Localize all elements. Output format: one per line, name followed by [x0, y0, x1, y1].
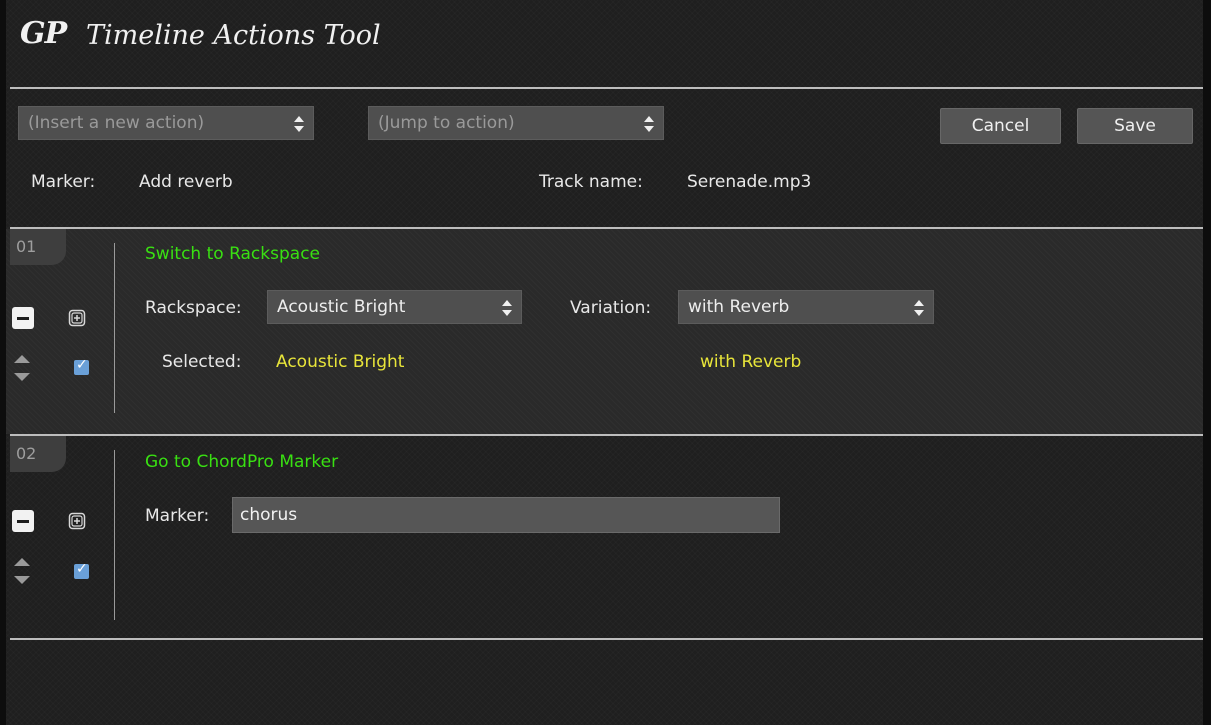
minus-icon — [17, 317, 29, 320]
action-type: Go to ChordPro Marker — [145, 452, 339, 472]
variation-select[interactable]: with Reverb — [678, 290, 934, 324]
reorder-icon[interactable] — [14, 558, 30, 584]
rackspace-select-value: Acoustic Bright — [277, 297, 406, 317]
action-type: Switch to Rackspace — [145, 244, 320, 264]
jump-to-action-select-label: (Jump to action) — [378, 113, 515, 133]
save-button[interactable]: Save — [1077, 108, 1193, 144]
duplicate-icon[interactable] — [68, 512, 86, 530]
marker-label: Marker: — [31, 172, 96, 192]
action-item: 02 ✓ Go to ChordPro Marker Marker: choru… — [6, 436, 1203, 638]
selected-label: Selected: — [162, 352, 242, 372]
reorder-icon[interactable] — [14, 355, 30, 381]
chordpro-marker-input[interactable]: chorus — [232, 497, 780, 533]
checkbox-icon: ✓ — [76, 357, 88, 373]
duplicate-icon[interactable] — [68, 309, 86, 327]
track-name-label: Track name: — [539, 172, 643, 192]
variation-label: Variation: — [570, 298, 652, 318]
remove-action-button[interactable] — [12, 510, 34, 532]
window-title: Timeline Actions Tool — [86, 20, 381, 51]
action-number: 02 — [10, 436, 66, 472]
enabled-checkbox[interactable]: ✓ — [74, 357, 89, 375]
gp-logo: GP — [20, 16, 67, 51]
remove-action-button[interactable] — [12, 307, 34, 329]
updown-icon — [914, 300, 924, 316]
updown-icon — [294, 116, 304, 132]
title-divider — [10, 87, 1203, 89]
insert-action-select-label: (Insert a new action) — [28, 113, 205, 133]
enabled-checkbox[interactable]: ✓ — [74, 561, 89, 579]
updown-icon — [644, 116, 654, 132]
selected-variation: with Reverb — [700, 352, 802, 372]
updown-icon — [502, 300, 512, 316]
checkbox-icon: ✓ — [76, 561, 88, 577]
action-divider — [114, 450, 115, 620]
action-item: 01 ✓ Switch to Rackspace Rackspace: Acou… — [6, 229, 1203, 434]
action-number: 01 — [10, 229, 66, 265]
bottom-divider — [10, 638, 1203, 640]
timeline-actions-window: GP Timeline Actions Tool (Insert a new a… — [0, 0, 1211, 725]
selected-rackspace: Acoustic Bright — [276, 352, 405, 372]
chordpro-marker-label: Marker: — [145, 506, 210, 526]
jump-to-action-select[interactable]: (Jump to action) — [368, 106, 664, 140]
insert-action-select[interactable]: (Insert a new action) — [18, 106, 314, 140]
track-name-value: Serenade.mp3 — [687, 172, 812, 192]
action-divider — [114, 243, 115, 413]
marker-value: Add reverb — [139, 172, 233, 192]
cancel-button[interactable]: Cancel — [940, 108, 1061, 144]
minus-icon — [17, 520, 29, 523]
variation-select-value: with Reverb — [688, 297, 790, 317]
rackspace-label: Rackspace: — [145, 298, 242, 318]
rackspace-select[interactable]: Acoustic Bright — [267, 290, 522, 324]
